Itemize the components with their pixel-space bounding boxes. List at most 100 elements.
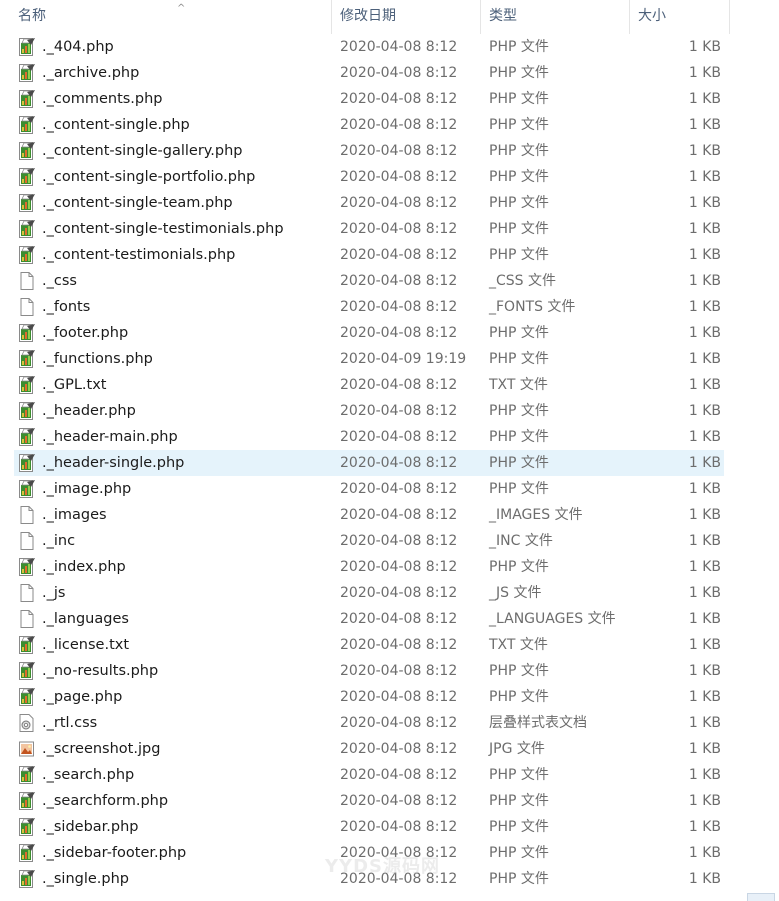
php-file-icon [18,687,36,707]
file-row[interactable]: ._image.php 2020-04-08 8:12 PHP 文件 1 KB [0,476,779,502]
file-row[interactable]: ._js 2020-04-08 8:12 _JS 文件 1 KB [0,580,779,606]
file-row[interactable]: ._archive.php 2020-04-08 8:12 PHP 文件 1 KB [0,60,779,86]
file-name: ._comments.php [42,91,163,107]
file-type: _JS 文件 [489,585,542,601]
file-name: ._GPL.txt [42,377,107,393]
file-row[interactable]: ._content-single-testimonials.php 2020-04… [0,216,779,242]
file-size: 1 KB [688,65,721,81]
php-file-icon [18,557,36,577]
file-size: 1 KB [688,377,721,393]
blank-file-icon [18,505,36,525]
file-type: 层叠样式表文档 [489,715,587,731]
file-modified-date: 2020-04-08 8:12 [340,767,458,783]
file-size: 1 KB [688,559,721,575]
file-modified-date: 2020-04-09 19:19 [340,351,467,367]
file-row[interactable]: ._searchform.php 2020-04-08 8:12 PHP 文件 1 K… [0,788,779,814]
file-size: 1 KB [688,429,721,445]
file-type: TXT 文件 [489,377,548,393]
file-size: 1 KB [688,819,721,835]
file-row[interactable]: ._search.php 2020-04-08 8:12 PHP 文件 1 KB [0,762,779,788]
file-type: _FONTS 文件 [489,299,576,315]
file-modified-date: 2020-04-08 8:12 [340,819,458,835]
file-row[interactable]: ._languages 2020-04-08 8:12 _LANGUAGES 文件 1… [0,606,779,632]
file-size: 1 KB [688,169,721,185]
php-file-icon [18,661,36,681]
file-size: 1 KB [688,715,721,731]
file-size: 1 KB [688,299,721,315]
file-type: PHP 文件 [489,871,549,887]
file-size: 1 KB [688,585,721,601]
file-size: 1 KB [688,403,721,419]
blank-file-icon [18,531,36,551]
file-row[interactable]: ._GPL.txt 2020-04-08 8:12 TXT 文件 1 KB [0,372,779,398]
column-header-date[interactable]: 修改日期 [332,0,481,34]
file-row[interactable]: ._content-single-portfolio.php 2020-04-08… [0,164,779,190]
file-row[interactable]: ._content-single-gallery.php 2020-04-08 8… [0,138,779,164]
file-row[interactable]: ._images 2020-04-08 8:12 _IMAGES 文件 1 KB [0,502,779,528]
file-row[interactable]: ._fonts 2020-04-08 8:12 _FONTS 文件 1 KB [0,294,779,320]
file-row[interactable]: ._no-results.php 2020-04-08 8:12 PHP 文件 1 K… [0,658,779,684]
file-row[interactable]: ._index.php 2020-04-08 8:12 PHP 文件 1 KB [0,554,779,580]
file-name: ._content-single-gallery.php [42,143,243,159]
file-size: 1 KB [688,143,721,159]
file-modified-date: 2020-04-08 8:12 [340,637,458,653]
file-row[interactable]: ._content-testimonials.php 2020-04-08 8:1… [0,242,779,268]
file-row[interactable]: ._page.php 2020-04-08 8:12 PHP 文件 1 KB [0,684,779,710]
file-size: 1 KB [688,117,721,133]
file-name: ._header-single.php [42,455,185,471]
file-name: ._images [42,507,107,523]
file-row[interactable]: ._rtl.css 2020-04-08 8:12 层叠样式表文档 1 KB [0,710,779,736]
blank-file-icon [18,297,36,317]
file-row[interactable]: ._inc 2020-04-08 8:12 _INC 文件 1 KB [0,528,779,554]
file-row[interactable]: ._license.txt 2020-04-08 8:12 TXT 文件 1 KB [0,632,779,658]
file-type: PHP 文件 [489,481,549,497]
file-row[interactable]: ._comments.php 2020-04-08 8:12 PHP 文件 1 KB [0,86,779,112]
php-file-icon [18,427,36,447]
file-modified-date: 2020-04-08 8:12 [340,143,458,159]
file-name: ._404.php [42,39,114,55]
file-row[interactable]: ._header-main.php 2020-04-08 8:12 PHP 文件 1 … [0,424,779,450]
file-type: PHP 文件 [489,65,549,81]
file-row[interactable]: ._content-single-team.php 2020-04-08 8:12… [0,190,779,216]
file-type: _CSS 文件 [489,273,556,289]
php-file-icon [18,843,36,863]
file-name: ._content-single.php [42,117,190,133]
horizontal-scrollbar-corner[interactable] [747,893,775,901]
file-row[interactable]: ._functions.php 2020-04-09 19:19 PHP 文件 1 K… [0,346,779,372]
file-modified-date: 2020-04-08 8:12 [340,247,458,263]
file-size: 1 KB [688,481,721,497]
file-type: PHP 文件 [489,247,549,263]
file-size: 1 KB [688,195,721,211]
file-name: ._css [42,273,77,289]
file-name: ._searchform.php [42,793,169,809]
file-row[interactable]: ._sidebar.php 2020-04-08 8:12 PHP 文件 1 KB [0,814,779,840]
file-modified-date: 2020-04-08 8:12 [340,455,458,471]
file-row[interactable]: ._header.php 2020-04-08 8:12 PHP 文件 1 KB [0,398,779,424]
file-name: ._languages [42,611,129,627]
file-modified-date: 2020-04-08 8:12 [340,195,458,211]
file-modified-date: 2020-04-08 8:12 [340,663,458,679]
css-file-icon [18,713,36,733]
column-header-type[interactable]: 类型 [481,0,630,34]
file-row[interactable]: ._404.php 2020-04-08 8:12 PHP 文件 1 KB [0,34,779,60]
file-row[interactable]: ._css 2020-04-08 8:12 _CSS 文件 1 KB [0,268,779,294]
column-header-size[interactable]: 大小 [630,0,730,34]
file-row[interactable]: ._content-single.php 2020-04-08 8:12 PHP 文… [0,112,779,138]
file-name: ._inc [42,533,76,549]
file-row[interactable]: ._header-single.php 2020-04-08 8:12 PHP 文件… [0,450,779,476]
column-header-name[interactable]: 名称 ^ [10,0,332,34]
file-row[interactable]: ._footer.php 2020-04-08 8:12 PHP 文件 1 KB [0,320,779,346]
file-name: ._functions.php [42,351,153,367]
file-type: PHP 文件 [489,429,549,445]
php-file-icon [18,219,36,239]
file-type: PHP 文件 [489,195,549,211]
file-modified-date: 2020-04-08 8:12 [340,273,458,289]
file-type: PHP 文件 [489,819,549,835]
file-row[interactable]: ._screenshot.jpg 2020-04-08 8:12 JPG 文件 1 K… [0,736,779,762]
file-name: ._page.php [42,689,123,705]
file-type: _IMAGES 文件 [489,507,583,523]
php-file-icon [18,115,36,135]
file-type: PHP 文件 [489,455,549,471]
file-size: 1 KB [688,611,721,627]
php-file-icon [18,37,36,57]
